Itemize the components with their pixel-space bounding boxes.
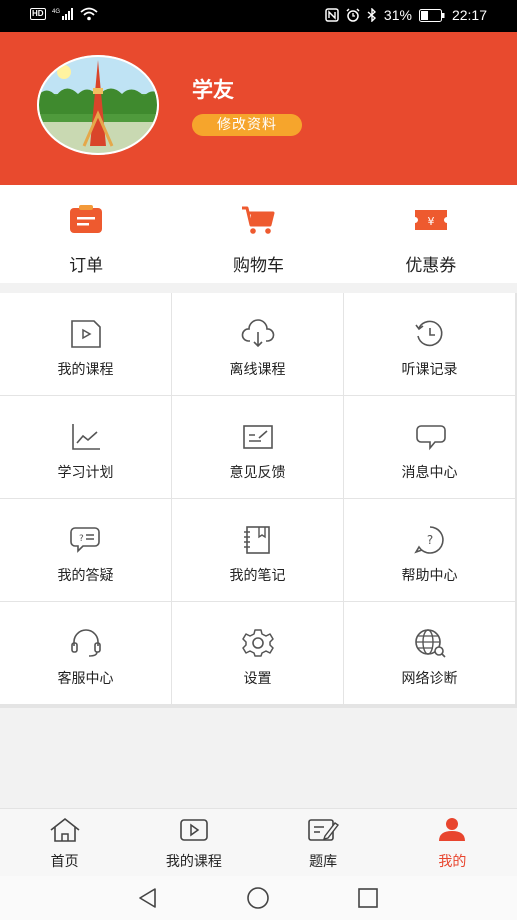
avatar[interactable] (36, 54, 160, 156)
home-circle-icon[interactable] (246, 886, 270, 910)
status-bar: HD 4G 31% 22:17 (0, 0, 517, 32)
chart-line-icon (71, 424, 100, 450)
recents-icon[interactable] (356, 886, 380, 910)
menu-item-qa[interactable]: ? 我的答疑 (0, 499, 171, 601)
quick-actions: 订单 购物车 ¥ 优惠券 (0, 185, 517, 283)
menu-item-settings[interactable]: 设置 (172, 602, 343, 704)
quick-label: 购物车 (232, 256, 284, 276)
hd-icon: HD (30, 8, 46, 20)
menu-label: 意见反馈 (229, 465, 286, 481)
home-icon (50, 817, 80, 842)
tab-my-courses[interactable]: 我的课程 (129, 809, 258, 877)
tab-question-bank[interactable]: 题库 (259, 809, 388, 877)
course-video-icon (70, 320, 101, 348)
help-icon: ? (413, 526, 444, 554)
system-nav-bar (0, 876, 517, 920)
svg-text:?: ? (79, 534, 84, 544)
menu-item-notes[interactable]: 我的笔记 (172, 499, 343, 601)
bottom-tab-bar: 首页 我的课程 题库 我的 (0, 808, 517, 877)
headset-icon (70, 629, 101, 657)
menu-item-customer-service[interactable]: 客服中心 (0, 602, 171, 704)
menu-label: 离线课程 (229, 362, 286, 378)
feedback-icon (242, 425, 273, 449)
menu-item-feedback[interactable]: 意见反馈 (172, 396, 343, 498)
menu-label: 网络诊断 (401, 671, 458, 687)
menu-label: 消息中心 (401, 465, 458, 481)
settings-gear-icon (241, 629, 274, 657)
quick-label: 优惠券 (405, 256, 457, 276)
menu-item-network-diagnosis[interactable]: 网络诊断 (344, 602, 515, 704)
edit-profile-button[interactable]: 修改资料 (192, 114, 302, 136)
menu-label: 学习计划 (57, 465, 114, 481)
tab-label: 我的课程 (165, 854, 222, 870)
menu-grid: 我的课程 离线课程 听课记录 学习计划 意见反馈 消息中心 ? 我的答疑 我的笔… (0, 293, 517, 708)
cart-button[interactable]: 购物车 (172, 185, 344, 283)
order-icon (70, 205, 103, 233)
svg-text:¥: ¥ (427, 215, 434, 228)
signal-icon: 4G (52, 8, 73, 20)
menu-item-help[interactable]: ? 帮助中心 (344, 499, 515, 601)
svg-text:?: ? (426, 533, 432, 547)
menu-label: 客服中心 (57, 671, 114, 687)
history-clock-icon (414, 320, 442, 347)
coupons-button[interactable]: ¥ 优惠券 (345, 185, 517, 283)
message-icon (415, 425, 446, 451)
menu-item-offline-courses[interactable]: 离线课程 (172, 293, 343, 395)
quick-label: 订单 (69, 256, 104, 276)
profile-header: 学友 修改资料 (0, 32, 517, 185)
alarm-icon (346, 8, 360, 22)
network-globe-icon (414, 629, 446, 658)
tab-home[interactable]: 首页 (0, 809, 129, 877)
menu-label: 我的笔记 (229, 568, 286, 584)
menu-item-study-plan[interactable]: 学习计划 (0, 396, 171, 498)
user-icon (439, 818, 466, 841)
menu-label: 设置 (243, 671, 272, 687)
menu-item-my-courses[interactable]: 我的课程 (0, 293, 171, 395)
username: 学友 (192, 78, 234, 102)
tab-label: 题库 (309, 854, 338, 870)
menu-item-messages[interactable]: 消息中心 (344, 396, 515, 498)
video-icon (180, 819, 208, 841)
menu-label: 听课记录 (401, 362, 458, 378)
coupon-icon: ¥ (414, 210, 447, 230)
menu-label: 我的课程 (57, 362, 114, 378)
menu-label: 帮助中心 (401, 568, 458, 584)
notebook-icon (243, 526, 270, 554)
wifi-icon (79, 7, 98, 21)
svg-text:4G: 4G (52, 9, 60, 15)
tab-me[interactable]: 我的 (388, 809, 517, 877)
tab-label: 首页 (50, 854, 79, 870)
qa-chat-icon: ? (69, 527, 100, 553)
cart-icon (242, 206, 275, 234)
nfc-icon (325, 8, 339, 22)
menu-label: 我的答疑 (57, 568, 114, 584)
bluetooth-icon (367, 8, 376, 22)
orders-button[interactable]: 订单 (0, 185, 172, 283)
battery-icon (418, 8, 445, 22)
menu-item-history[interactable]: 听课记录 (344, 293, 515, 395)
battery-percent: 31% (383, 7, 412, 23)
tab-label: 我的 (438, 854, 467, 870)
question-bank-icon (308, 819, 340, 841)
clock: 22:17 (451, 7, 487, 23)
cloud-download-icon (241, 319, 274, 348)
back-icon[interactable] (136, 886, 160, 910)
